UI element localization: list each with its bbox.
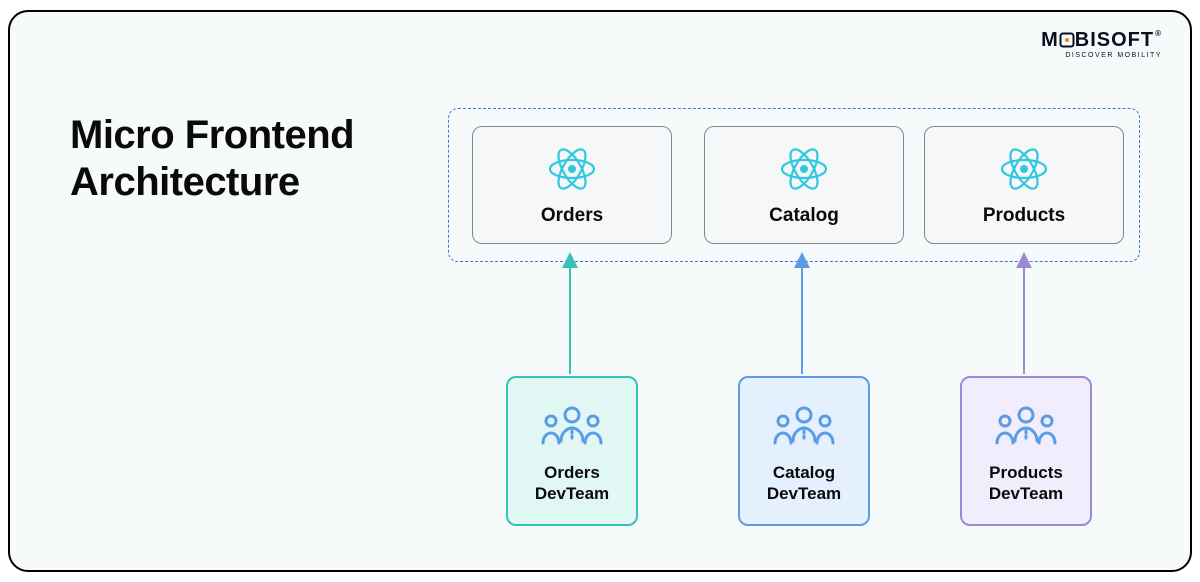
microfrontend-label: Orders bbox=[473, 205, 671, 227]
microfrontend-label: Catalog bbox=[705, 205, 903, 227]
microfrontend-card-products: Products bbox=[924, 126, 1124, 244]
team-label-line-1: Products bbox=[989, 463, 1063, 482]
brand-pre: M bbox=[1041, 29, 1059, 51]
brand-tagline: DISCOVER MOBILITY bbox=[1041, 52, 1162, 59]
brand-wordmark: M BISOFT® bbox=[1041, 30, 1162, 50]
title-line-1: Micro Frontend bbox=[70, 113, 354, 157]
team-label-line-1: Orders bbox=[544, 463, 600, 482]
registered-mark: ® bbox=[1155, 29, 1162, 38]
title-line-2: Architecture bbox=[70, 160, 300, 204]
team-label-line-2: DevTeam bbox=[989, 484, 1063, 503]
team-card-catalog: Catalog DevTeam bbox=[738, 376, 870, 526]
team-label-line-1: Catalog bbox=[773, 463, 835, 482]
react-icon bbox=[473, 141, 671, 197]
team-card-orders: Orders DevTeam bbox=[506, 376, 638, 526]
react-icon bbox=[925, 141, 1123, 197]
microfrontend-label: Products bbox=[925, 205, 1123, 227]
react-icon bbox=[705, 141, 903, 197]
brand-logo: M BISOFT® DISCOVER MOBILITY bbox=[1041, 30, 1162, 59]
team-label: Catalog DevTeam bbox=[740, 462, 868, 505]
brand-post: BISOFT bbox=[1075, 29, 1154, 51]
team-label-line-2: DevTeam bbox=[767, 484, 841, 503]
microfrontend-card-catalog: Catalog bbox=[704, 126, 904, 244]
diagram-frame: M BISOFT® DISCOVER MOBILITY Micro Fronten… bbox=[8, 10, 1192, 572]
team-icon bbox=[740, 398, 868, 452]
microfrontend-card-orders: Orders bbox=[472, 126, 672, 244]
team-label-line-2: DevTeam bbox=[535, 484, 609, 503]
team-label: Orders DevTeam bbox=[508, 462, 636, 505]
team-icon bbox=[508, 398, 636, 452]
team-icon bbox=[962, 398, 1090, 452]
team-label: Products DevTeam bbox=[962, 462, 1090, 505]
brand-logo-icon bbox=[1059, 30, 1075, 50]
team-card-products: Products DevTeam bbox=[960, 376, 1092, 526]
diagram-title: Micro Frontend Architecture bbox=[70, 112, 354, 206]
diagram-canvas: M BISOFT® DISCOVER MOBILITY Micro Fronten… bbox=[0, 0, 1200, 582]
